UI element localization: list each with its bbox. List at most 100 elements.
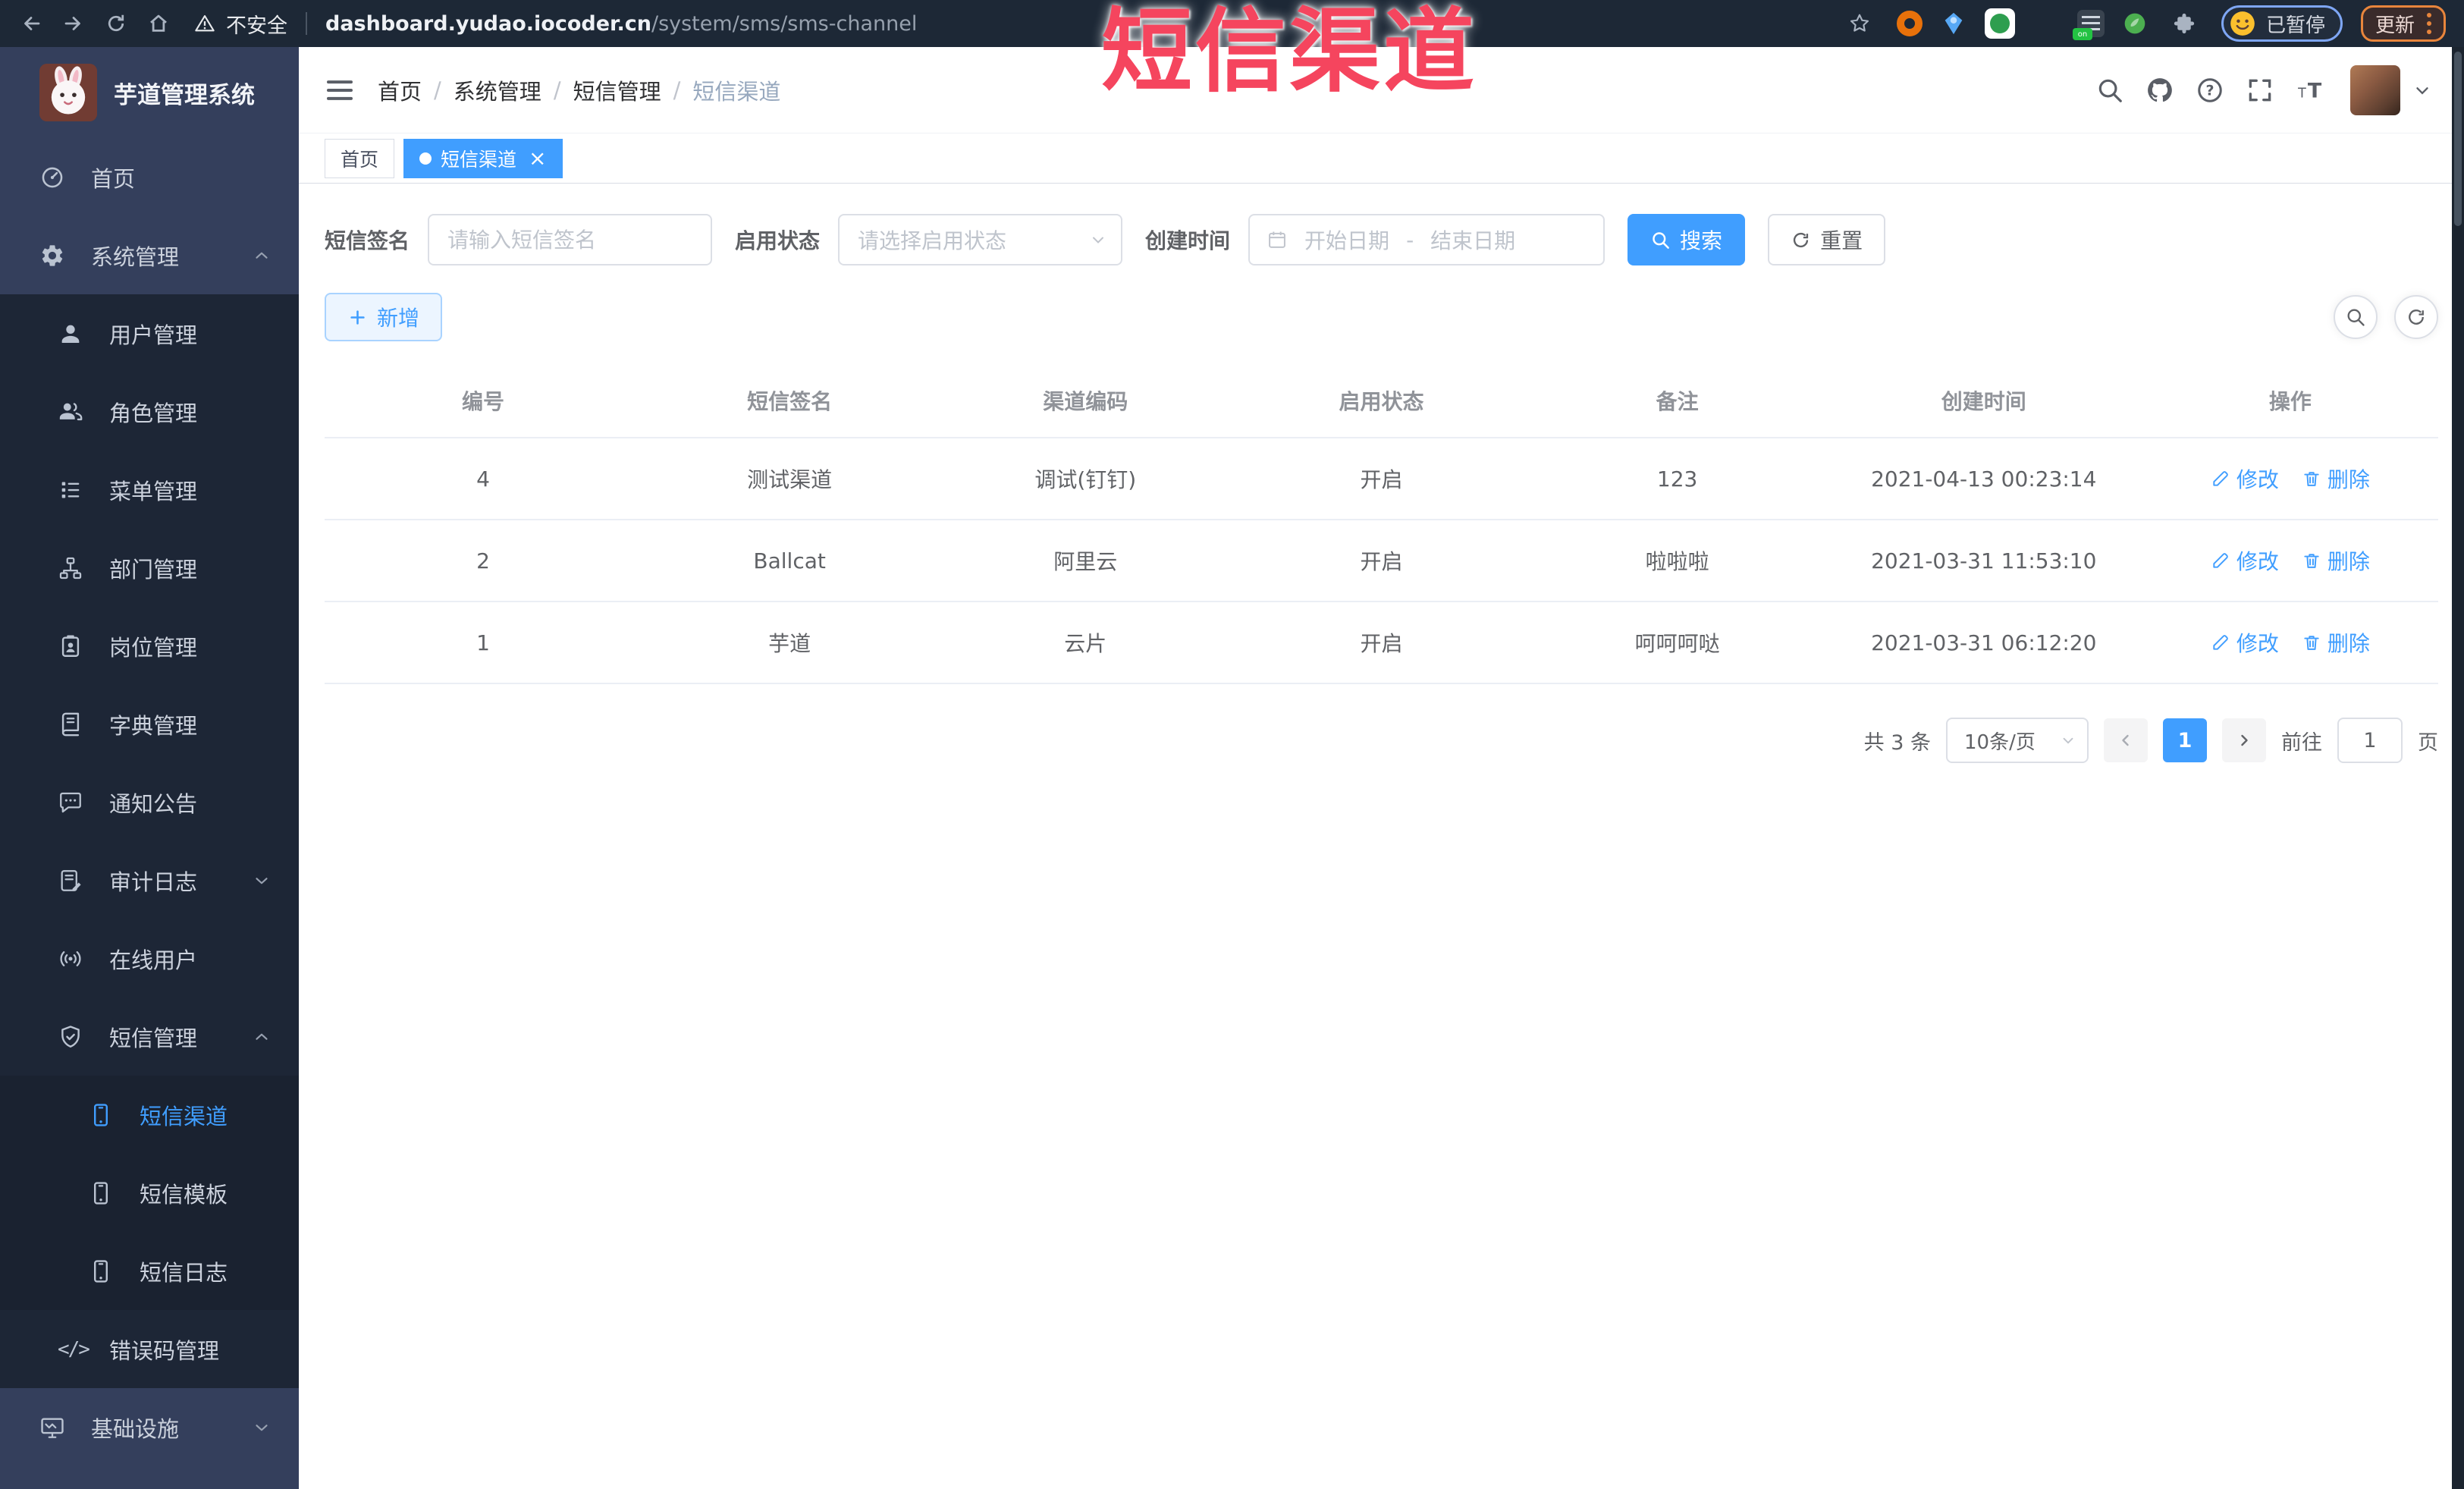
edit-link[interactable]: 修改: [2211, 545, 2279, 576]
phone-icon: [88, 1258, 121, 1284]
sidebar-item-infra[interactable]: 基础设施: [0, 1388, 299, 1466]
extension-grid-icon[interactable]: [2033, 11, 2059, 36]
edit-link[interactable]: 修改: [2211, 627, 2279, 658]
sidebar-item-home[interactable]: 首页: [0, 138, 299, 216]
goto-page-input[interactable]: [2337, 718, 2403, 763]
main-area: 首页 / 系统管理 / 短信管理 / 短信渠道 ? TT 首页 短信渠道 × 短…: [299, 47, 2464, 1489]
sidebar-item-system[interactable]: 系统管理: [0, 216, 299, 294]
browser-profile-chip[interactable]: 已暂停: [2221, 5, 2343, 42]
sidebar-item-sms-channel[interactable]: 短信渠道: [0, 1076, 299, 1154]
sign-input[interactable]: [428, 214, 713, 265]
home-icon[interactable]: [140, 5, 177, 42]
refresh-icon: [1794, 232, 1809, 247]
bookmark-star-icon[interactable]: [1841, 5, 1879, 42]
sidebar-item-online-user[interactable]: 在线用户: [0, 919, 299, 997]
extension-leaf-icon[interactable]: [2123, 11, 2147, 36]
delete-link[interactable]: 删除: [2302, 545, 2370, 576]
back-icon[interactable]: [12, 5, 50, 42]
breadcrumb: 首页 / 系统管理 / 短信管理 / 短信渠道: [378, 74, 780, 106]
cell-id: 1: [325, 602, 642, 684]
svg-text:T: T: [2297, 86, 2306, 101]
cell-sign: Ballcat: [642, 520, 938, 602]
page-1-button[interactable]: 1: [2163, 718, 2207, 762]
tab-home[interactable]: 首页: [325, 138, 395, 178]
users-icon: [58, 399, 91, 425]
sidebar-item-audit-log[interactable]: 审计日志: [0, 841, 299, 919]
tab-sms-channel[interactable]: 短信渠道 ×: [403, 138, 563, 178]
sidebar-item-sms-template[interactable]: 短信模板: [0, 1154, 299, 1232]
code-icon: </>: [58, 1337, 90, 1361]
sidebar-item-role[interactable]: 角色管理: [0, 372, 299, 451]
app-logo[interactable]: 芋道管理系统: [0, 47, 299, 138]
shield-icon: [58, 1024, 91, 1050]
scrollbar-thumb[interactable]: [2454, 52, 2462, 226]
page-size-select[interactable]: 10条/页: [1946, 718, 2089, 763]
toggle-search-button[interactable]: [2334, 295, 2378, 339]
search-button[interactable]: 搜索: [1627, 214, 1746, 265]
address-bar[interactable]: 不安全 dashboard.yudao.iocoder.cn/system/sm…: [194, 9, 917, 39]
cell-code: 阿里云: [937, 520, 1234, 602]
table-row: 1 芋道 云片 开启 呵呵呵哒 2021-03-31 06:12:20 修改 删除: [325, 602, 2438, 684]
filter-status-label: 启用状态: [735, 228, 821, 253]
calendar-icon: [1267, 229, 1288, 250]
filter-sign-label: 短信签名: [325, 228, 410, 253]
date-separator: -: [1406, 227, 1414, 253]
user-avatar[interactable]: [2350, 64, 2400, 115]
table-row: 4 测试渠道 调试(钉钉) 开启 123 2021-04-13 00:23:14 修改 删除: [325, 438, 2438, 520]
extension-list-icon[interactable]: on: [2072, 10, 2105, 40]
hamburger-icon[interactable]: [325, 75, 355, 105]
edit-link[interactable]: 修改: [2211, 463, 2279, 494]
github-icon[interactable]: [2138, 68, 2182, 112]
browser-scrollbar[interactable]: [2452, 47, 2464, 1489]
chevron-down-icon[interactable]: [2412, 80, 2432, 100]
sidebar-item-sms[interactable]: 短信管理: [0, 997, 299, 1076]
reset-button[interactable]: 重置: [1768, 214, 1886, 265]
cell-status: 开启: [1233, 438, 1530, 520]
extension-orange-icon[interactable]: [1896, 11, 1923, 36]
kebab-menu-icon[interactable]: [2427, 13, 2431, 34]
sidebar-item-dict[interactable]: 字典管理: [0, 685, 299, 763]
prev-page-button[interactable]: [2104, 718, 2148, 762]
sidebar-item-label: 错误码管理: [109, 1337, 220, 1364]
browser-chrome: 不安全 dashboard.yudao.iocoder.cn/system/sm…: [0, 0, 2464, 47]
breadcrumb-item[interactable]: 系统管理: [454, 74, 541, 106]
breadcrumb-item[interactable]: 短信管理: [573, 74, 661, 106]
sidebar-item-label: 在线用户: [109, 947, 198, 973]
search-icon[interactable]: [2088, 68, 2132, 112]
log-icon: [58, 868, 91, 894]
cell-code: 云片: [937, 602, 1234, 684]
help-icon[interactable]: ?: [2188, 68, 2232, 112]
sidebar-item-label: 部门管理: [109, 556, 198, 583]
url-path: /system/sms/sms-channel: [651, 11, 918, 36]
chevron-down-icon: [2060, 732, 2076, 749]
puzzle-icon[interactable]: [2165, 5, 2203, 42]
sidebar-item-user[interactable]: 用户管理: [0, 294, 299, 372]
delete-link[interactable]: 删除: [2302, 463, 2370, 494]
sidebar-item-label: 基础设施: [91, 1415, 180, 1442]
sidebar-item-label: 短信管理: [109, 1025, 198, 1051]
sidebar-item-sms-log[interactable]: 短信日志: [0, 1232, 299, 1310]
add-button[interactable]: 新增: [325, 293, 443, 341]
cell-code: 调试(钉钉): [937, 438, 1234, 520]
delete-link[interactable]: 删除: [2302, 627, 2370, 658]
refresh-table-button[interactable]: [2394, 295, 2438, 339]
update-button[interactable]: 更新: [2360, 5, 2446, 42]
fullscreen-icon[interactable]: [2238, 68, 2282, 112]
sidebar-item-post[interactable]: 岗位管理: [0, 607, 299, 685]
next-page-button[interactable]: [2222, 718, 2266, 762]
extension-blue-icon[interactable]: [1941, 11, 1966, 36]
status-select[interactable]: 请选择启用状态: [838, 214, 1123, 265]
reload-icon[interactable]: [97, 5, 135, 42]
sidebar-item-menu[interactable]: 菜单管理: [0, 451, 299, 529]
extension-green-icon[interactable]: [1984, 8, 2015, 39]
forward-icon[interactable]: [55, 5, 93, 42]
sidebar-item-error-code[interactable]: </> 错误码管理: [0, 1310, 299, 1388]
font-size-icon[interactable]: TT: [2288, 68, 2332, 112]
date-range-picker[interactable]: 开始日期 - 结束日期: [1248, 214, 1606, 265]
sidebar-item-notice[interactable]: 通知公告: [0, 763, 299, 841]
table-row: 2 Ballcat 阿里云 开启 啦啦啦 2021-03-31 11:53:10 修改 删除: [325, 520, 2438, 602]
breadcrumb-item[interactable]: 首页: [378, 74, 422, 106]
sidebar-item-label: 短信渠道: [140, 1103, 228, 1129]
sidebar-item-dept[interactable]: 部门管理: [0, 529, 299, 607]
close-icon[interactable]: ×: [529, 147, 546, 169]
